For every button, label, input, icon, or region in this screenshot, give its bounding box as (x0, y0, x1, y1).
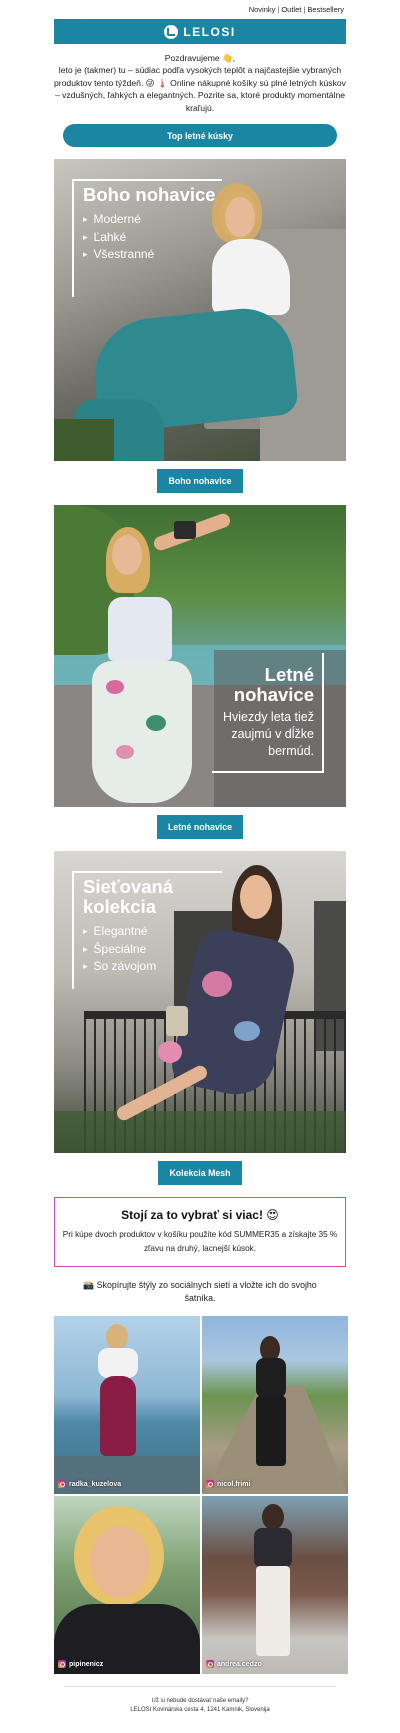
nav-link-bestsellery[interactable]: Bestsellery (307, 5, 344, 14)
banner-subtitle-line1: Hviezdy leta tiež (222, 710, 314, 725)
banner-title-line1: Sieťovaná (83, 876, 174, 898)
banner-feature-list: Moderné Ľahké Všestranné (83, 211, 222, 264)
social-intro: 📸 Skopírujte štýly zo sociálnych sietí a… (83, 1280, 317, 1303)
instagram-grid: radka_kuzelova nicol.frimi pipinenicz an… (54, 1316, 348, 1675)
instagram-icon (58, 1660, 66, 1669)
instagram-photo[interactable]: andrea.cedzo (202, 1496, 348, 1675)
promo-title: Stojí za to vybrať si viac! 😍 (121, 1208, 279, 1223)
feature-item: Elegantné (83, 923, 222, 941)
instagram-handle: nicol.frimi (217, 1480, 251, 1488)
summer-pants-button[interactable]: Letné nohavice (156, 815, 244, 840)
nav-separator: | (303, 5, 306, 14)
instagram-handle: andrea.cedzo (217, 1660, 262, 1668)
top-navigation: Novinky | Outlet | Bestsellery (0, 0, 400, 19)
feature-item: Ľahké (83, 229, 222, 247)
instagram-icon (58, 1480, 66, 1489)
intro-body: leto je (takmer) tu – súdiac podľa vysok… (54, 65, 346, 113)
top-summer-items-button[interactable]: Top letné kúsky (63, 124, 337, 148)
banner-textbox: Boho nohavice Moderné Ľahké Všestranné (72, 179, 222, 298)
banner-feature-list: Elegantné Špeciálne So závojom (83, 923, 222, 976)
nav-link-novinky[interactable]: Novinky (249, 5, 276, 14)
banner-subtitle-line2: zaujmú v dĺžke (231, 727, 314, 742)
button-wrapper: Kolekcia Mesh (0, 1161, 400, 1186)
lelosi-logo-icon (164, 24, 179, 39)
instagram-tag: nicol.frimi (206, 1480, 251, 1489)
feature-item: Všestranné (83, 246, 222, 264)
unsubscribe-link[interactable]: Už si nebude dostávať naše emaily? (0, 1697, 400, 1706)
banner-summer-pants[interactable]: Letné nohavice Hviezdy leta tiež zaujmú … (54, 505, 346, 808)
nav-separator: | (277, 5, 280, 14)
promo-text: Pri kúpe dvoch produktov v košíku použit… (62, 1230, 338, 1253)
banner-textbox: Sieťovaná kolekcia Elegantné Špeciálne S… (72, 871, 222, 990)
footer-address: LELOSI Kovinárska cesta 4, 1241 Kamnik, … (130, 1707, 270, 1714)
instagram-tag: pipinenicz (58, 1660, 104, 1669)
mesh-collection-button[interactable]: Kolekcia Mesh (158, 1161, 242, 1186)
button-wrapper: Letné nohavice (0, 815, 400, 840)
banner-title-line2: nohavice (233, 684, 314, 706)
instagram-tag: andrea.cedzo (206, 1660, 262, 1669)
instagram-icon (206, 1660, 214, 1669)
feature-item: So závojom (83, 958, 222, 976)
instagram-tag: radka_kuzelova (58, 1480, 122, 1489)
intro-text: Pozdravujeme 👋, leto je (takmer) tu – sú… (54, 52, 346, 114)
banner-subtitle-line3: bermúd. (268, 744, 314, 759)
nav-link-outlet[interactable]: Outlet (281, 5, 301, 14)
banner-title-line1: Letné (264, 664, 314, 686)
promo-box: Stojí za to vybrať si viac! 😍 Pri kúpe d… (54, 1197, 346, 1268)
banner-title: Boho nohavice (83, 184, 216, 206)
instagram-photo[interactable]: nicol.frimi (202, 1316, 348, 1495)
logo-text: LELOSI (183, 24, 236, 39)
banner-boho-pants[interactable]: Boho nohavice Moderné Ľahké Všestranné (54, 159, 346, 462)
banner-mesh-collection[interactable]: Sieťovaná kolekcia Elegantné Špeciálne S… (54, 851, 346, 1154)
boho-pants-button[interactable]: Boho nohavice (157, 469, 243, 494)
banner-textbox: Letné nohavice Hviezdy leta tiež zaujmú … (212, 653, 324, 774)
instagram-icon (206, 1480, 214, 1489)
instagram-handle: radka_kuzelova (69, 1480, 122, 1488)
footer: Už si nebude dostávať naše emaily? LELOS… (0, 1697, 400, 1733)
footer-divider (64, 1686, 336, 1688)
cta-wrapper: Top letné kúsky (0, 124, 400, 148)
feature-item: Špeciálne (83, 941, 222, 959)
feature-item: Moderné (83, 211, 222, 229)
logo-header[interactable]: LELOSI (54, 19, 346, 44)
instagram-photo[interactable]: pipinenicz (54, 1496, 200, 1675)
banner-title-line2: kolekcia (83, 896, 157, 918)
greeting: Pozdravujeme 👋, (164, 53, 236, 63)
button-wrapper: Boho nohavice (0, 469, 400, 494)
instagram-photo[interactable]: radka_kuzelova (54, 1316, 200, 1495)
instagram-handle: pipinenicz (69, 1660, 104, 1668)
